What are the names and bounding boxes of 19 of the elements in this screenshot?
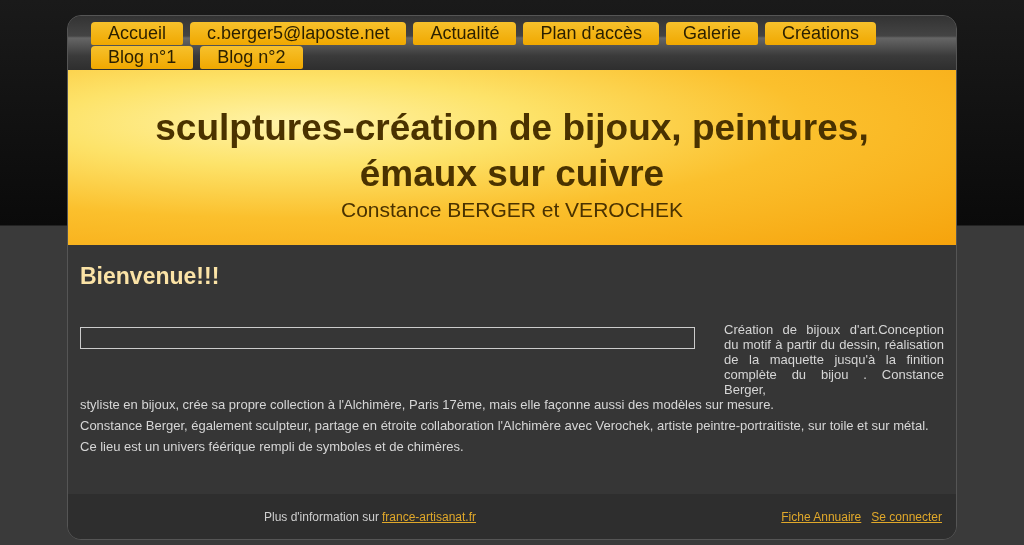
- nav-tab[interactable]: c.berger5@laposte.net: [190, 22, 407, 45]
- footer-link[interactable]: Fiche Annuaire: [781, 507, 862, 526]
- paragraph: styliste en bijoux, crée sa propre collection à l'Alchimère, Paris 17ème, mais elle façonne aussi des modèles sur mesure.: [80, 397, 775, 412]
- page-heading: Bienvenue!!!: [80, 262, 221, 291]
- footer-link[interactable]: Se connecter: [871, 507, 942, 526]
- nav-tab[interactable]: Blog n°1: [91, 46, 194, 69]
- site-subtitle: Constance BERGER et VEROCHEK: [341, 196, 683, 223]
- paragraph: Création de bijoux d'art.Conception du motif à partir du dessin, réalisation de la maquette jusqu'à la finition complète du bijou . Constance Berger,: [724, 322, 944, 397]
- nav-tab[interactable]: Plan d'accès: [523, 22, 659, 45]
- nav-tab[interactable]: Blog n°2: [200, 46, 303, 69]
- nav-tab[interactable]: Accueil: [91, 22, 184, 45]
- nav-tab[interactable]: Créations: [765, 22, 877, 45]
- site-title: sculptures-création de bijoux, peintures, émaux sur cuivre: [154, 105, 870, 196]
- nav-tab[interactable]: Actualité: [413, 22, 517, 45]
- paragraph: Ce lieu est un univers féérique rempli de symboles et de chimères.: [80, 439, 465, 454]
- nav-tab[interactable]: Galerie: [665, 22, 758, 45]
- footer-link[interactable]: france-artisanat.fr: [382, 507, 477, 526]
- paragraph: Constance Berger, également sculpteur, partage en étroite collaboration l'Alchimère avec Verochek, artiste peintre-portraitiste, sur toile et sur métal.: [80, 418, 930, 433]
- info-text: Plus d'information sur: [263, 508, 379, 526]
